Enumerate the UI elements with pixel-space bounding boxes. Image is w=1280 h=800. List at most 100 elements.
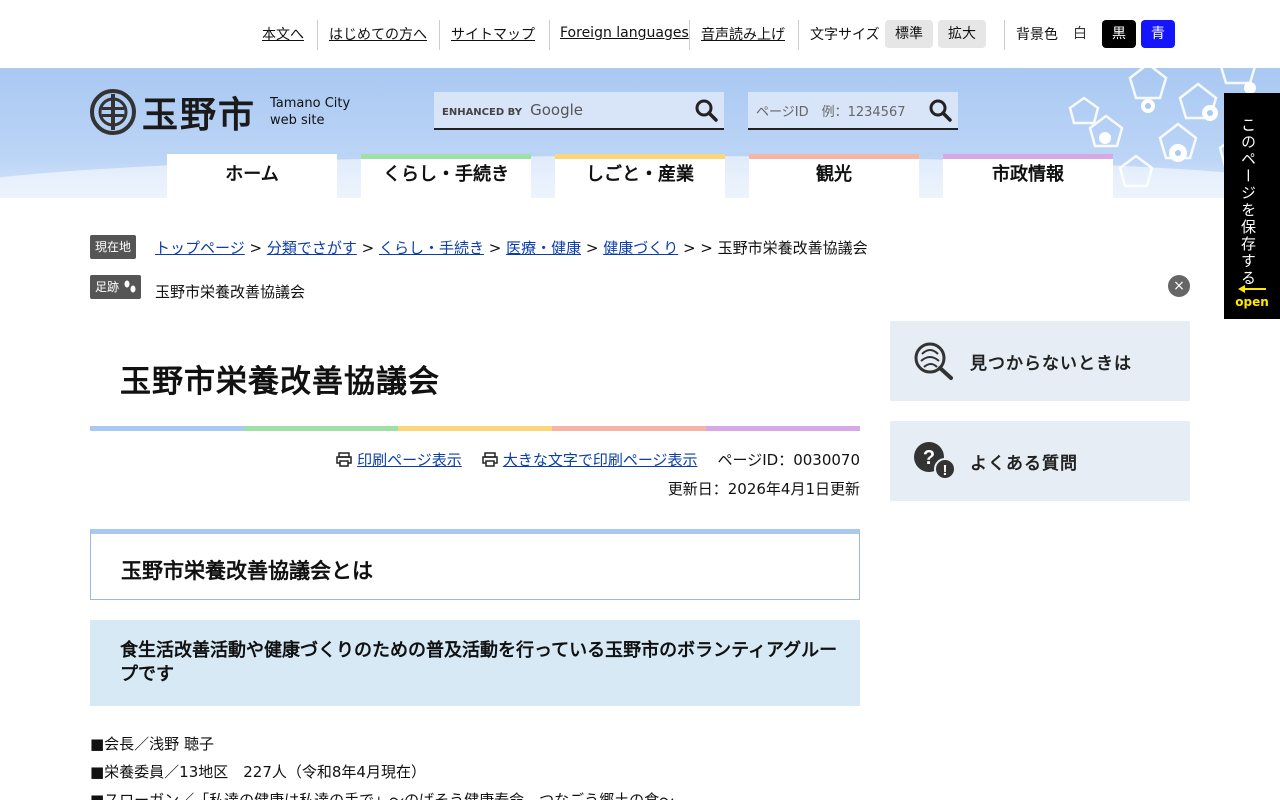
bg-white-button[interactable]: 白 [1066,20,1094,48]
google-search-placeholder: ENHANCED BY Google [434,101,688,119]
nav-label: ホーム [225,164,279,185]
rainbow-segment [244,426,398,431]
body-line: ■会長／浅野 聴子 [90,735,214,753]
enhanced-by-label: ENHANCED BY [442,107,522,118]
search-icon [695,99,718,122]
breadcrumb-link[interactable]: くらし・手続き [379,239,484,257]
nav-accent-bar [167,154,337,159]
utility-bar: 本文へ はじめての方へ サイトマップ Foreign languages 音声読… [0,0,1280,68]
font-standard-button[interactable]: 標準 [885,20,933,48]
city-emblem-icon [90,89,136,135]
global-navigation: ホーム くらし・手続き しごと・産業 観光 市政情報 [167,154,1113,198]
nav-business[interactable]: しごと・産業 [555,154,725,198]
footprints-tag: 足跡 [90,275,142,299]
background-color-label: 背景色 [1016,27,1058,43]
site-search-button[interactable] [688,92,724,128]
rainbow-segment [90,426,244,431]
nav-city-administration[interactable]: 市政情報 [943,154,1113,198]
printer-icon [336,452,352,467]
nav-accent-bar [555,154,725,159]
nav-accent-bar [361,154,531,159]
nav-label: しごと・産業 [586,164,694,185]
search-icon [929,99,952,122]
font-size-label: 文字サイズ [810,27,880,43]
font-large-button[interactable]: 拡大 [938,20,986,48]
divider [798,20,799,50]
skip-to-content-link[interactable]: 本文へ [262,24,304,44]
clear-footprints-button[interactable]: × [1168,275,1190,297]
nav-home[interactable]: ホーム [167,154,337,198]
divider [689,20,690,50]
print-large-text-link[interactable]: 大きな文字で印刷ページ表示 [482,449,698,470]
search-help-icon [914,342,953,380]
bg-blue-button[interactable]: 青 [1141,20,1175,48]
not-found-label: 見つからないときは [970,353,1132,374]
city-english-line-2: web site [270,113,325,128]
body-line: ■スローガン／「私達の健康は私達の手で」～のばそう健康寿命 つなごう郷土の食～ [90,791,675,800]
print-large-text-label: 大きな文字で印刷ページ表示 [502,451,698,469]
body-line: ■栄養委員／13地区 227人（令和8年4月現在） [90,763,426,781]
text-to-speech-link[interactable]: 音声読み上げ [701,24,785,44]
page-id-value: ページID：0030070 [717,451,860,469]
updated-date: 更新日：2026年4月1日更新 [667,480,860,498]
city-name: 玉野市 [142,94,257,136]
bg-black-button[interactable]: 黒 [1102,20,1136,48]
printer-icon [482,452,498,467]
breadcrumb-link[interactable]: トップページ [155,239,245,257]
save-page-side-tab[interactable]: このページを保存する open [1224,93,1280,319]
page-id-search-button[interactable] [922,92,958,128]
rainbow-segment [552,426,706,431]
city-english-name: Tamano City web site [270,95,350,129]
site-search-box[interactable]: ENHANCED BY Google [434,92,724,130]
divider [439,20,440,50]
breadcrumb: トップページ > 分類でさがす > くらし・手続き > 医療・健康 > 健康づく… [155,239,868,257]
arrow-left-icon [1238,285,1266,293]
breadcrumb-link[interactable]: 医療・健康 [506,239,581,257]
footprint-link[interactable]: 玉野市栄養改善協議会 [155,281,305,302]
section-heading: 玉野市栄養改善協議会とは [90,529,860,600]
nav-label: 市政情報 [992,164,1064,185]
first-time-visitors-link[interactable]: はじめての方へ [329,24,427,44]
page-id-input[interactable]: ページID 例：1234567 [748,101,922,120]
page-id-search-box[interactable]: ページID 例：1234567 [748,92,958,130]
not-found-help-button[interactable]: 見つからないときは [890,321,1190,401]
nav-accent-bar [749,154,919,159]
city-english-line-1: Tamano City [270,96,351,111]
nav-accent-bar [943,154,1113,159]
current-location-tag: 現在地 [90,235,137,259]
page-title: 玉野市栄養改善協議会 [120,364,440,400]
print-page-link[interactable]: 印刷ページ表示 [336,449,462,470]
subsection-heading: 食生活改善活動や健康づくりのための普及活動を行っている玉野市のボランティアグルー… [90,620,860,706]
rainbow-segment [398,426,552,431]
divider [317,20,318,50]
site-logo[interactable]: 玉野市 Tamano City web site [90,88,350,136]
nav-label: 観光 [816,164,852,185]
svg-text:!: ! [943,462,948,479]
divider [1004,20,1005,50]
breadcrumb-link[interactable]: 健康づくり [603,239,678,257]
nav-living[interactable]: くらし・手続き [361,154,531,198]
save-page-label: このページを保存する [1239,117,1257,287]
sitemap-link[interactable]: サイトマップ [451,24,535,44]
rainbow-segment [706,426,860,431]
faq-label: よくある質問 [970,453,1078,474]
nav-tourism[interactable]: 観光 [749,154,919,198]
section-heading-text: 玉野市栄養改善協議会とは [121,559,373,583]
nav-label: くらし・手続き [383,164,509,185]
breadcrumb-link[interactable]: 分類でさがす [267,239,357,257]
open-label: open [1235,295,1269,309]
body-text: ■会長／浅野 聴子 ■栄養委員／13地区 227人（令和8年4月現在） ■スロー… [90,730,674,800]
print-page-label: 印刷ページ表示 [357,451,462,469]
footprints-tag-label: 足跡 [95,280,120,294]
title-rainbow-divider [90,426,860,431]
footprint-icon [124,280,136,293]
foreign-languages-link[interactable]: Foreign languages [560,25,689,41]
page-tools: 印刷ページ表示 大きな文字で印刷ページ表示 ページID：0030070 [336,449,860,470]
faq-button[interactable]: ? ! よくある質問 [890,421,1190,501]
subsection-heading-text: 食生活改善活動や健康づくりのための普及活動を行っている玉野市のボランティアグルー… [120,640,838,685]
google-brand-label: Google [530,101,583,119]
breadcrumb-current: 玉野市栄養改善協議会 [717,239,868,257]
svg-text:?: ? [923,447,935,469]
faq-icon: ? ! [914,442,956,480]
divider [549,20,550,50]
